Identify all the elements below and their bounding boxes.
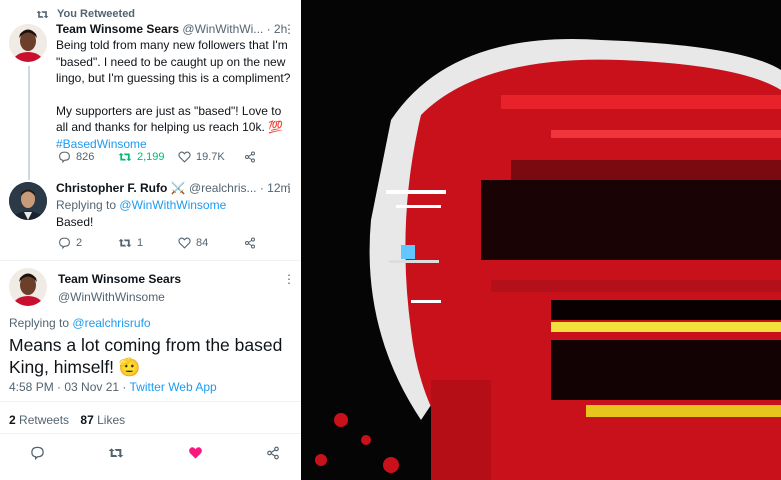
reply-button[interactable]: 2 bbox=[58, 237, 118, 249]
tweet-text: Based! bbox=[56, 215, 94, 229]
retweets-stat[interactable]: 2 Retweets bbox=[9, 413, 69, 427]
tweet-line: all and thanks for helping us reach 10k.… bbox=[56, 120, 284, 134]
skull-graphic bbox=[301, 0, 781, 480]
tweet-header: Christopher F. Rufo ⚔️ @realchris... · 1… bbox=[56, 181, 296, 195]
likes-stat[interactable]: 87 Likes bbox=[80, 413, 125, 427]
source-link[interactable]: Twitter Web App bbox=[130, 380, 217, 394]
like-button[interactable]: 84 bbox=[178, 237, 244, 249]
share-icon bbox=[244, 237, 256, 249]
retweet-button[interactable]: 1 bbox=[118, 237, 178, 249]
more-icon[interactable]: ⋮ bbox=[283, 181, 295, 195]
reply-count: 2 bbox=[76, 237, 83, 249]
like-icon bbox=[178, 237, 191, 249]
reply-count: 826 bbox=[76, 151, 95, 163]
divider bbox=[0, 401, 301, 402]
handle-time: @WinWithWi... · 2h bbox=[182, 22, 288, 36]
glitch-skull-image bbox=[301, 0, 781, 480]
tweet-line: King, himself! 🫡 bbox=[9, 357, 141, 377]
tweet-header: Team Winsome Sears @WinWithWi... · 2h bbox=[56, 22, 296, 36]
tweet-thread-panel: You Retweeted Team Winsome Sears @WinWit… bbox=[0, 0, 301, 480]
tweet-line: lingo, but I'm guessing this is a compli… bbox=[56, 71, 291, 85]
share-button[interactable] bbox=[244, 151, 256, 163]
engagement-stats: 2 Retweets 87 Likes bbox=[9, 413, 125, 427]
replying-prefix: Replying to bbox=[56, 198, 117, 212]
share-icon bbox=[244, 151, 256, 163]
retweet-count: 2 bbox=[9, 413, 16, 427]
like-icon[interactable] bbox=[188, 446, 203, 460]
avatar[interactable] bbox=[9, 182, 47, 220]
like-count: 84 bbox=[196, 237, 209, 249]
tweet-line: Means a lot coming from the based bbox=[9, 335, 283, 355]
like-button[interactable]: 19.7K bbox=[178, 151, 244, 163]
share-button[interactable] bbox=[244, 237, 256, 249]
retweet-icon bbox=[118, 151, 132, 163]
share-icon[interactable] bbox=[266, 446, 280, 460]
author-name[interactable]: Team Winsome Sears bbox=[58, 272, 181, 286]
tweet-line: My supporters are just as "based"! Love … bbox=[56, 103, 282, 118]
like-icon bbox=[178, 151, 191, 163]
tweet-actions: 2 1 84 bbox=[58, 237, 298, 249]
tweet-text: Being told from many new followers that … bbox=[56, 37, 296, 152]
retweet-icon bbox=[118, 237, 132, 249]
retweet-icon[interactable] bbox=[108, 446, 124, 460]
retweet-banner-label: You Retweeted bbox=[57, 8, 136, 20]
thread-line bbox=[28, 66, 30, 180]
focused-tweet-text: Means a lot coming from the based King, … bbox=[9, 334, 282, 378]
more-icon[interactable]: ⋮ bbox=[283, 22, 295, 36]
retweet-count: 1 bbox=[137, 237, 144, 249]
replying-to: Replying to @WinWithWinsome bbox=[56, 198, 296, 212]
retweet-button[interactable]: 2,199 bbox=[118, 151, 178, 163]
divider bbox=[0, 260, 301, 261]
reply-button[interactable]: 826 bbox=[58, 151, 118, 163]
replying-prefix: Replying to bbox=[9, 316, 70, 330]
retweet-banner: You Retweeted bbox=[36, 8, 135, 20]
replying-to: Replying to @realchrisrufo bbox=[9, 316, 151, 330]
hashtag-link[interactable]: #BasedWinsome bbox=[56, 136, 296, 153]
replying-handle-link[interactable]: @WinWithWinsome bbox=[119, 198, 226, 212]
tweet-meta: 4:58 PM · 03 Nov 21 · Twitter Web App bbox=[9, 380, 217, 394]
tweet-line: Being told from many new followers that … bbox=[56, 38, 288, 52]
replying-handle-link[interactable]: @realchrisrufo bbox=[72, 316, 150, 330]
tweet-actions: 826 2,199 19.7K bbox=[58, 151, 298, 163]
author-name[interactable]: Christopher F. Rufo ⚔️ bbox=[56, 181, 186, 195]
reply-icon bbox=[58, 237, 71, 249]
timestamp[interactable]: 4:58 PM · 03 Nov 21 · bbox=[9, 380, 126, 394]
divider bbox=[0, 433, 301, 434]
avatar[interactable] bbox=[9, 24, 47, 62]
author-handle[interactable]: @WinWithWinsome bbox=[58, 290, 181, 304]
author-name[interactable]: Team Winsome Sears bbox=[56, 22, 179, 36]
focused-tweet-actions bbox=[30, 446, 280, 460]
tweet-line: "based". I need to be caught up on the n… bbox=[56, 54, 286, 69]
reply-icon bbox=[58, 151, 71, 163]
more-icon[interactable]: ⋮ bbox=[283, 272, 295, 286]
like-count: 87 bbox=[80, 413, 94, 427]
like-label: Likes bbox=[97, 413, 126, 427]
retweet-label: Retweets bbox=[19, 413, 70, 427]
retweet-icon bbox=[36, 9, 49, 20]
reply-icon[interactable] bbox=[30, 446, 45, 460]
handle-time: @realchris... · 12m bbox=[188, 181, 291, 195]
retweet-count: 2,199 bbox=[137, 151, 165, 163]
like-count: 19.7K bbox=[196, 151, 225, 163]
avatar[interactable] bbox=[9, 268, 47, 306]
